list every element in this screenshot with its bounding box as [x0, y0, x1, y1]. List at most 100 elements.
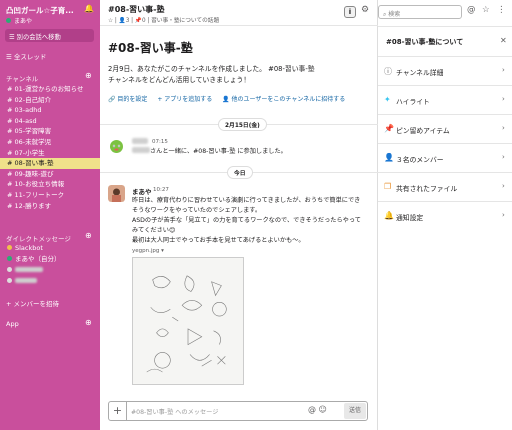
sidebar-channel-item[interactable]: # 03-adhd [0, 105, 100, 116]
message-line: そうなワークをやっていたのでシェアします。 [132, 207, 262, 214]
star-icon[interactable]: ☆ [482, 5, 490, 15]
file-name[interactable]: yegpn.jpg ▾ [132, 248, 164, 254]
sidebar-channel-item[interactable]: # 07-小学生 [0, 148, 100, 159]
bell-icon[interactable]: 🔔 [84, 4, 94, 13]
sidebar-channel-item[interactable]: # 11-フリートーク [0, 190, 100, 201]
panel-row-icon: ✦ [384, 95, 391, 104]
gear-icon[interactable]: ⚙ [361, 5, 369, 15]
dm-item-blurred[interactable] [0, 265, 100, 276]
panel-row[interactable]: 👤 ３名のメンバー › [378, 143, 512, 172]
dm-heading[interactable]: ダイレクトメッセージ [6, 233, 71, 243]
blurred-user-name[interactable] [132, 138, 148, 146]
jump-to-label: 別の会話へ移動 [16, 34, 61, 41]
intro-actions: 🔗 目的を設定 + アプリを追加する 👤 他のユーザーをこのチャンネルに招待する [108, 94, 353, 103]
panel-row[interactable]: 📌 ピン留めアイテム › [378, 114, 512, 143]
author-name[interactable]: まあや [132, 186, 152, 196]
avatar[interactable] [108, 137, 125, 154]
chevron-right-icon: › [502, 211, 505, 219]
search-placeholder: 検索 [388, 11, 401, 18]
sidebar-channel-item[interactable]: # 12-勝ります [0, 201, 100, 212]
intro-text: 2月9日、あなたがこのチャンネルを作成しました。 #08-習い事-塾 チャンネル… [108, 64, 373, 86]
sidebar-channel-item[interactable]: # 10-お役立ち情報 [0, 179, 100, 190]
add-dm-icon[interactable]: ⊕ [85, 231, 92, 240]
panel-row[interactable]: 🔔 通知設定 › [378, 201, 512, 230]
set-purpose-link[interactable]: 🔗 目的を設定 [108, 96, 147, 103]
panel-row[interactable]: ✦ ハイライト › [378, 85, 512, 114]
sidebar-channel-item[interactable]: # 05-学習障害 [0, 126, 100, 137]
mention-icon[interactable]: @ [308, 405, 316, 414]
search-input[interactable]: ⌕ 検索 [378, 5, 462, 19]
panel-row-icon: ⓘ [384, 67, 392, 76]
invite-members-link[interactable]: + メンバーを招待 [6, 298, 59, 308]
panel-title: #08-習い事-塾について [386, 38, 464, 46]
message-line: 最初は大人同士でやってお手本を見せてあげるとよいかも〜。 [132, 237, 305, 244]
channel-title[interactable]: #08-習い事-塾 [108, 4, 164, 15]
panel-row[interactable]: ⓘ チャンネル詳細 › [378, 56, 512, 85]
sidebar-channel-item[interactable]: # 08-習い事-塾 [0, 158, 100, 169]
intro-line: 2月9日、あなたがこのチャンネルを作成しました。 #08-習い事-塾 [108, 65, 315, 73]
worksheet-image[interactable] [132, 257, 244, 385]
message-input[interactable]: #08-習い事-塾 へのメッセージ [131, 407, 218, 416]
emoji-icon[interactable]: ☺ [319, 405, 327, 414]
sidebar: 凸凹ガール☆子育... 🔔 まあや ☰ 別の会話へ移動 ☰ 全スレッド チャンネ… [0, 0, 100, 430]
mentions-icon[interactable]: @ [467, 5, 476, 15]
message-line: みてください😊 [132, 227, 176, 234]
avatar[interactable] [108, 185, 125, 202]
current-user[interactable]: まあや [6, 16, 32, 25]
panel-row-label: チャンネル詳細 [396, 69, 444, 77]
chevron-right-icon: › [502, 124, 505, 132]
panel-row[interactable]: ❐ 共有されたファイル › [378, 172, 512, 201]
panel-row-icon: 📌 [384, 124, 394, 133]
add-app-icon[interactable]: ⊕ [85, 318, 92, 327]
apps-heading[interactable]: App [6, 320, 19, 328]
sidebar-channel-item[interactable]: # 04-asd [0, 116, 100, 127]
panel-row-label: ピン留めアイテム [396, 127, 450, 135]
dm-item[interactable]: Slackbot [0, 243, 100, 254]
close-icon[interactable]: ✕ [500, 36, 507, 45]
dm-label: まあや（自分） [15, 255, 61, 263]
intro-line: チャンネルをどんどん活用していきましょう！ [108, 76, 251, 84]
date-label[interactable]: 2月15日(金) [218, 118, 267, 131]
panel-row-label: 共有されたファイル [396, 185, 458, 193]
join-message: さんと一緒に、#08-習い事-塾 に参加しました。 [132, 147, 287, 157]
status-icon [7, 267, 12, 272]
sidebar-channel-item[interactable]: # 01-運営からのお知らせ [0, 84, 100, 95]
message-line: 昨日は、療育代わりに習わせている演劇に行ってきましたが、おうちで簡単にでき [132, 197, 361, 204]
message-time[interactable]: 10:27 [153, 187, 169, 193]
panel-row-label: ３名のメンバー [396, 156, 444, 164]
more-icon[interactable]: ⋮ [497, 5, 506, 15]
channel-meta: ☆ | 👤3 | 📌0 | 習い事・塾についての話題 [108, 18, 220, 24]
panel-row-label: 通知設定 [396, 214, 424, 222]
sidebar-channel-item[interactable]: # 02-自己紹介 [0, 95, 100, 106]
jump-to-button[interactable]: ☰ 別の会話へ移動 [5, 29, 94, 42]
chevron-right-icon: › [502, 182, 505, 190]
dm-label: Slackbot [15, 244, 43, 252]
attach-plus-icon[interactable]: + [109, 402, 127, 420]
add-app-link[interactable]: + アプリを追加する [157, 96, 212, 103]
invite-users-link[interactable]: 👤 他のユーザーをこのチャンネルに招待する [222, 96, 345, 103]
status-icon [7, 245, 12, 250]
status-icon [7, 278, 12, 283]
channel-details-icon[interactable]: i [344, 6, 356, 18]
status-icon [7, 256, 12, 261]
sidebar-channel-item[interactable]: # 06-未就学児 [0, 137, 100, 148]
dm-item-blurred[interactable] [0, 276, 100, 287]
message-time[interactable]: 07:15 [152, 139, 168, 145]
current-user-name: まあや [14, 18, 33, 25]
channels-heading[interactable]: チャンネル [6, 73, 38, 83]
all-threads-label: 全スレッド [13, 53, 47, 61]
online-status-icon [6, 18, 11, 23]
panel-row-icon: 👤 [384, 153, 394, 162]
workspace-name[interactable]: 凸凹ガール☆子育... [6, 5, 74, 16]
channel-main: #08-習い事-塾 ☆ | 👤3 | 📌0 | 習い事・塾についての話題 #08… [100, 0, 378, 430]
date-label[interactable]: 今日 [227, 166, 253, 179]
composer-icons: @ ☺ [308, 405, 327, 414]
add-channel-icon[interactable]: ⊕ [85, 71, 92, 80]
sidebar-channel-item[interactable]: # 09-趣味-遊び [0, 169, 100, 180]
chevron-right-icon: › [502, 153, 505, 161]
dm-item[interactable]: まあや（自分） [0, 254, 100, 265]
all-threads-link[interactable]: ☰ 全スレッド [6, 51, 46, 61]
channel-header: #08-習い事-塾 ☆ | 👤3 | 📌0 | 習い事・塾についての話題 [100, 0, 378, 26]
join-message-text: さんと一緒に、#08-習い事-塾 に参加しました。 [150, 148, 287, 155]
send-button[interactable]: 送信 [344, 403, 366, 419]
